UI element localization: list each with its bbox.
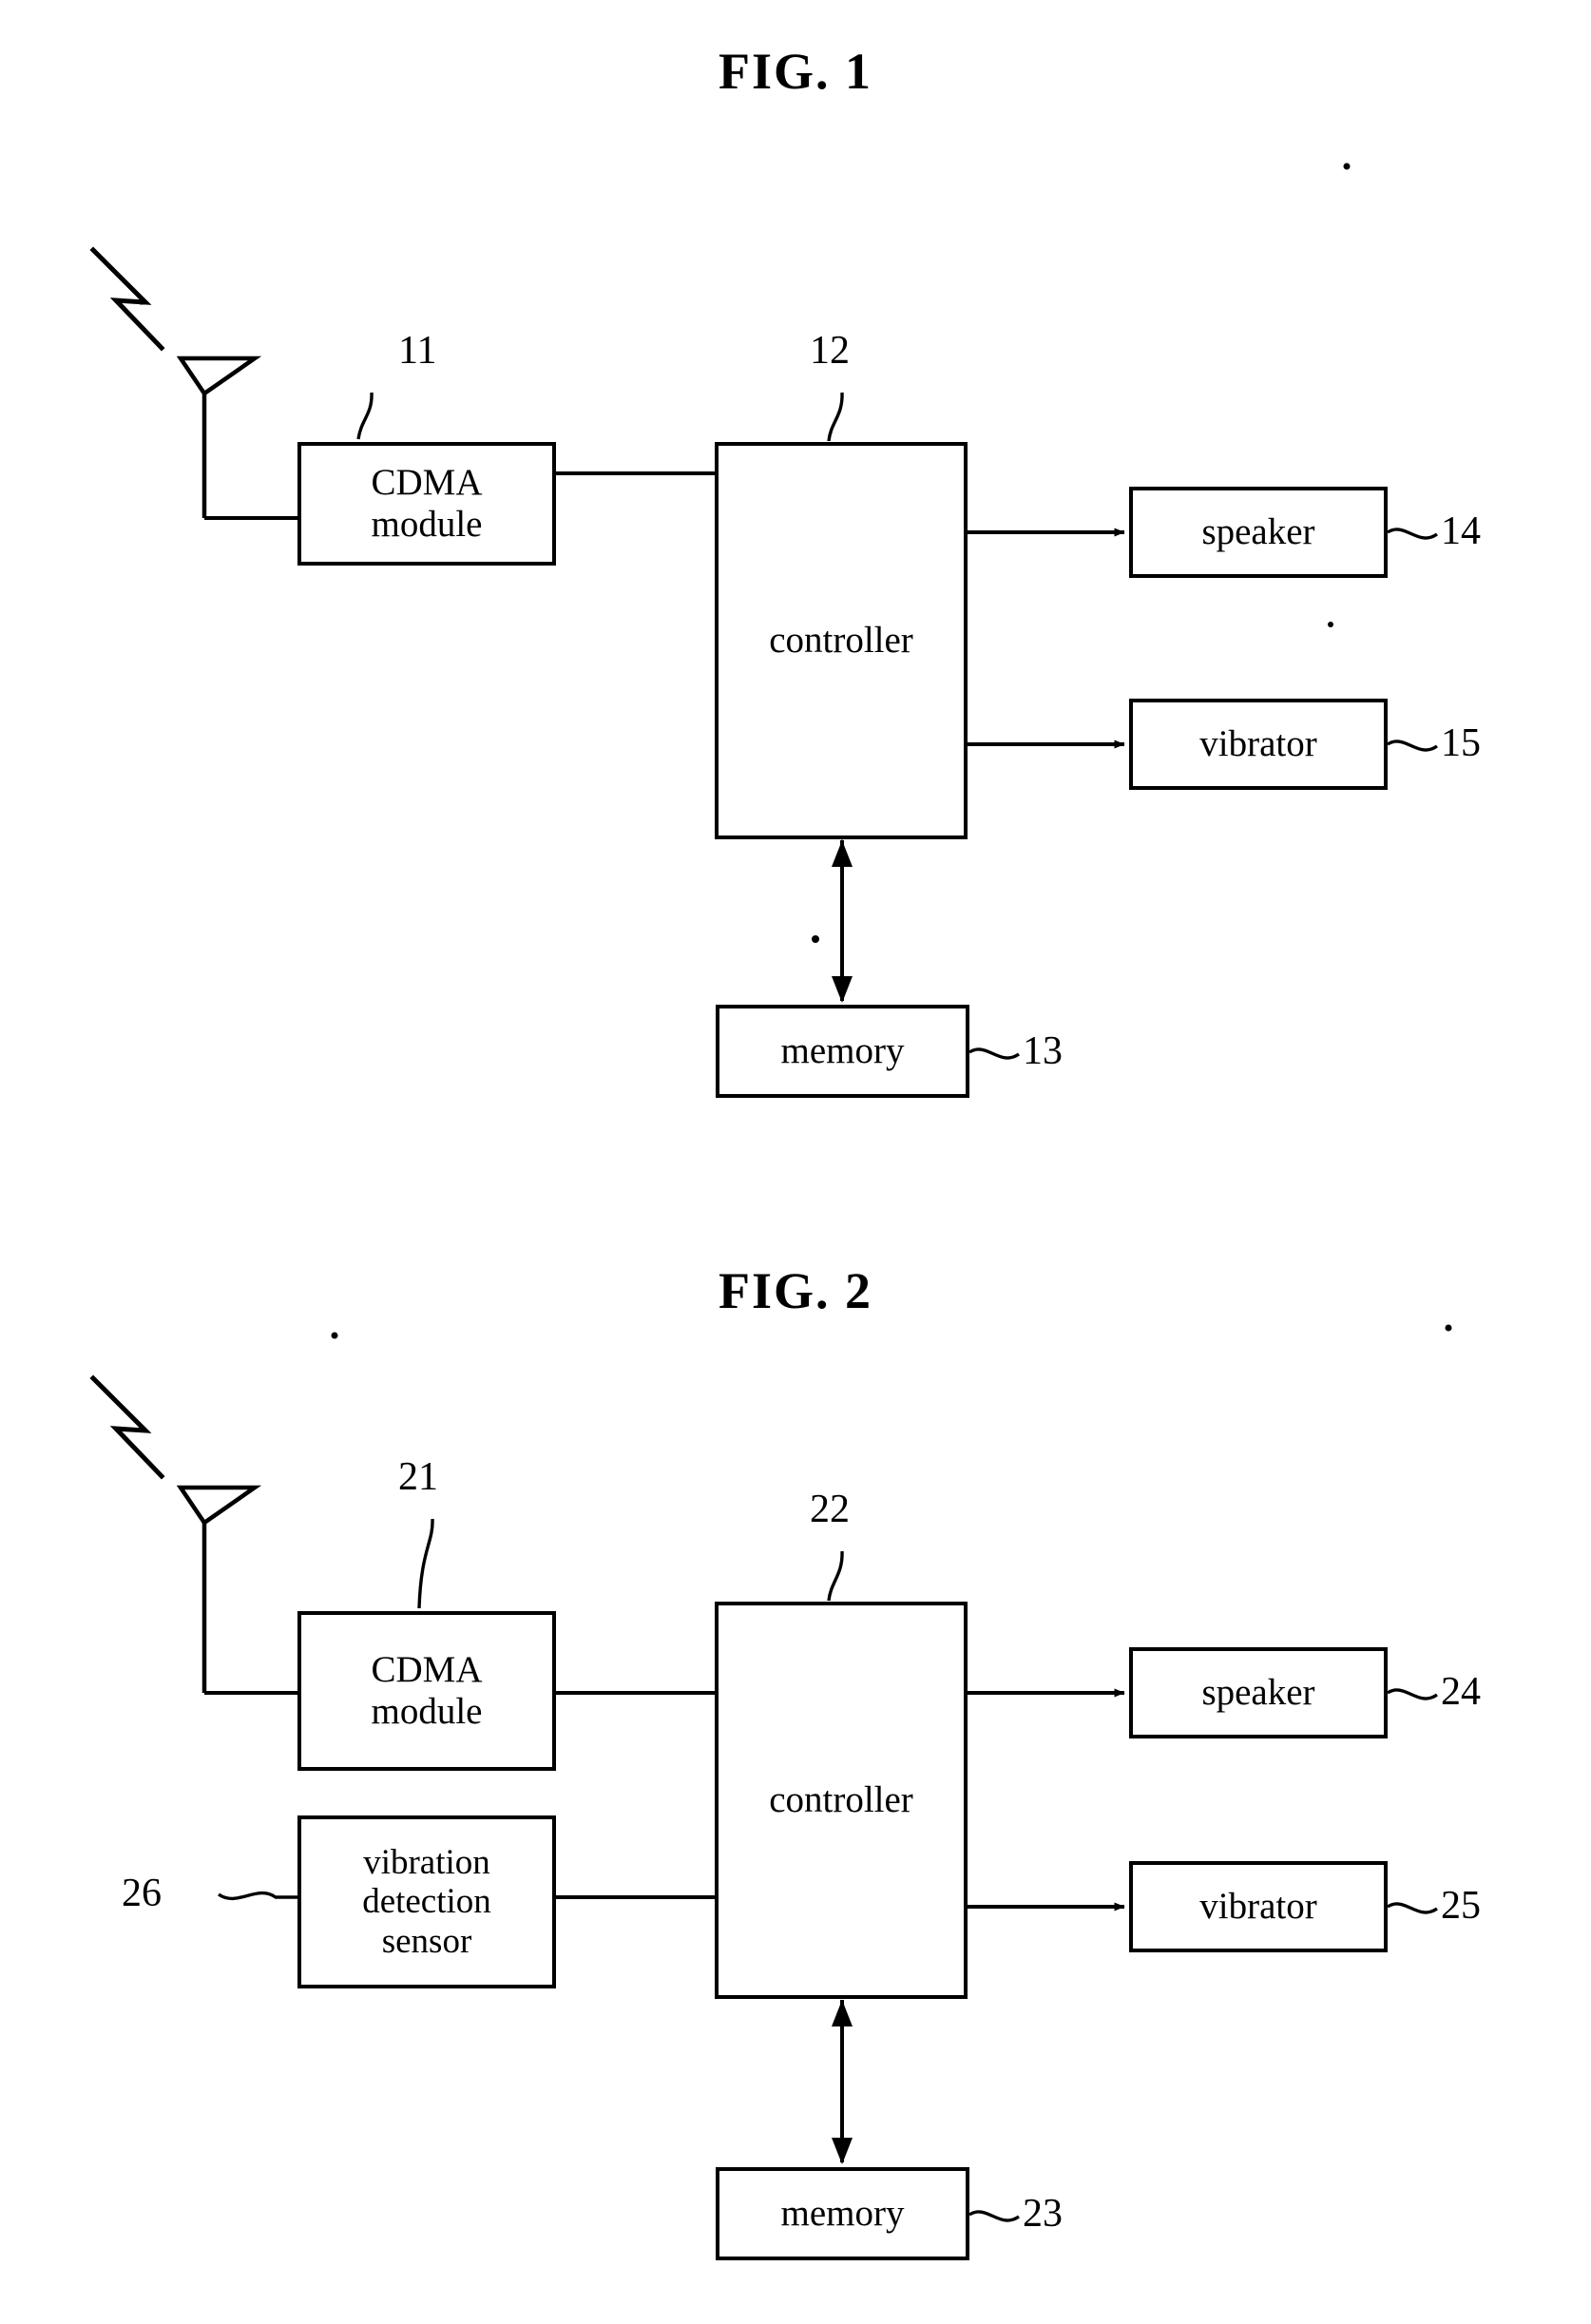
ref-number-22: 22 xyxy=(810,1488,850,1531)
block-controller-fig1: controller xyxy=(715,442,968,839)
block-controller-fig2: controller xyxy=(715,1602,968,1999)
leader-line-23 xyxy=(968,2210,1020,2222)
figure-2-title: FIG. 2 xyxy=(718,1262,872,1319)
scan-artifact-dot-4 xyxy=(1445,1324,1452,1332)
controller-label-fig2: controller xyxy=(769,1779,913,1821)
speaker-label-fig1: speaker xyxy=(1201,511,1315,553)
leader-line-25 xyxy=(1387,1902,1438,1914)
leader-line-21 xyxy=(417,1518,434,1609)
ref-number-26: 26 xyxy=(122,1872,162,1915)
leader-line-26 xyxy=(218,1891,297,1901)
leader-line-22 xyxy=(827,1550,844,1602)
speaker-label-fig2: speaker xyxy=(1201,1672,1315,1714)
scan-artifact-dot-3 xyxy=(812,935,819,943)
controller-label-fig1: controller xyxy=(769,620,913,662)
block-vibration-detection-sensor-fig2: vibration detection sensor xyxy=(297,1815,556,1988)
ref-number-25: 25 xyxy=(1441,1884,1481,1928)
block-vibrator-fig1: vibrator xyxy=(1129,699,1388,790)
leader-line-11 xyxy=(356,392,374,440)
leader-line-14 xyxy=(1387,528,1438,540)
block-cdma-module-fig2: CDMA module xyxy=(297,1611,556,1771)
sensor-label-line3: sensor xyxy=(381,1921,472,1961)
cdma-module-label-fig2-line1: CDMA xyxy=(371,1649,483,1691)
block-vibrator-fig2: vibrator xyxy=(1129,1861,1388,1952)
memory-label-fig1: memory xyxy=(780,1030,905,1072)
block-speaker-fig2: speaker xyxy=(1129,1647,1388,1738)
leader-line-15 xyxy=(1387,739,1438,752)
scan-artifact-dot-5 xyxy=(331,1332,338,1339)
cdma-module-label-line2: module xyxy=(371,504,483,545)
cdma-module-label-fig2-line2: module xyxy=(371,1691,483,1732)
figure-1-title: FIG. 1 xyxy=(718,43,872,100)
antenna-icon-fig1 xyxy=(176,355,297,520)
ref-number-24: 24 xyxy=(1441,1670,1481,1714)
radio-wave-icon-fig2 xyxy=(89,1374,165,1480)
block-memory-fig2: memory xyxy=(716,2167,969,2260)
radio-wave-icon-fig1 xyxy=(89,246,165,352)
vibrator-label-fig1: vibrator xyxy=(1199,723,1317,765)
ref-number-13: 13 xyxy=(1023,1029,1063,1073)
vibrator-label-fig2: vibrator xyxy=(1199,1886,1317,1928)
ref-number-15: 15 xyxy=(1441,721,1481,765)
sensor-label-line2: detection xyxy=(362,1882,491,1922)
ref-number-21: 21 xyxy=(398,1455,438,1499)
block-speaker-fig1: speaker xyxy=(1129,487,1388,578)
sensor-label-line1: vibration xyxy=(363,1842,490,1882)
ref-number-23: 23 xyxy=(1023,2192,1063,2236)
ref-number-14: 14 xyxy=(1441,509,1481,553)
scan-artifact-dot-2 xyxy=(1328,622,1333,627)
patent-figure-page: FIG. 1 CDMA module controller speaker vi… xyxy=(0,0,1591,2324)
ref-number-12: 12 xyxy=(810,329,850,373)
block-cdma-module-fig1: CDMA module xyxy=(297,442,556,566)
cdma-module-label-line1: CDMA xyxy=(371,462,483,504)
leader-line-12 xyxy=(827,392,844,442)
scan-artifact-dot-1 xyxy=(1343,163,1351,170)
leader-line-24 xyxy=(1387,1688,1438,1700)
ref-number-11: 11 xyxy=(398,329,437,373)
block-memory-fig1: memory xyxy=(716,1005,969,1098)
leader-line-13 xyxy=(968,1047,1020,1060)
memory-label-fig2: memory xyxy=(780,2193,905,2235)
antenna-icon-fig2 xyxy=(176,1485,297,1695)
